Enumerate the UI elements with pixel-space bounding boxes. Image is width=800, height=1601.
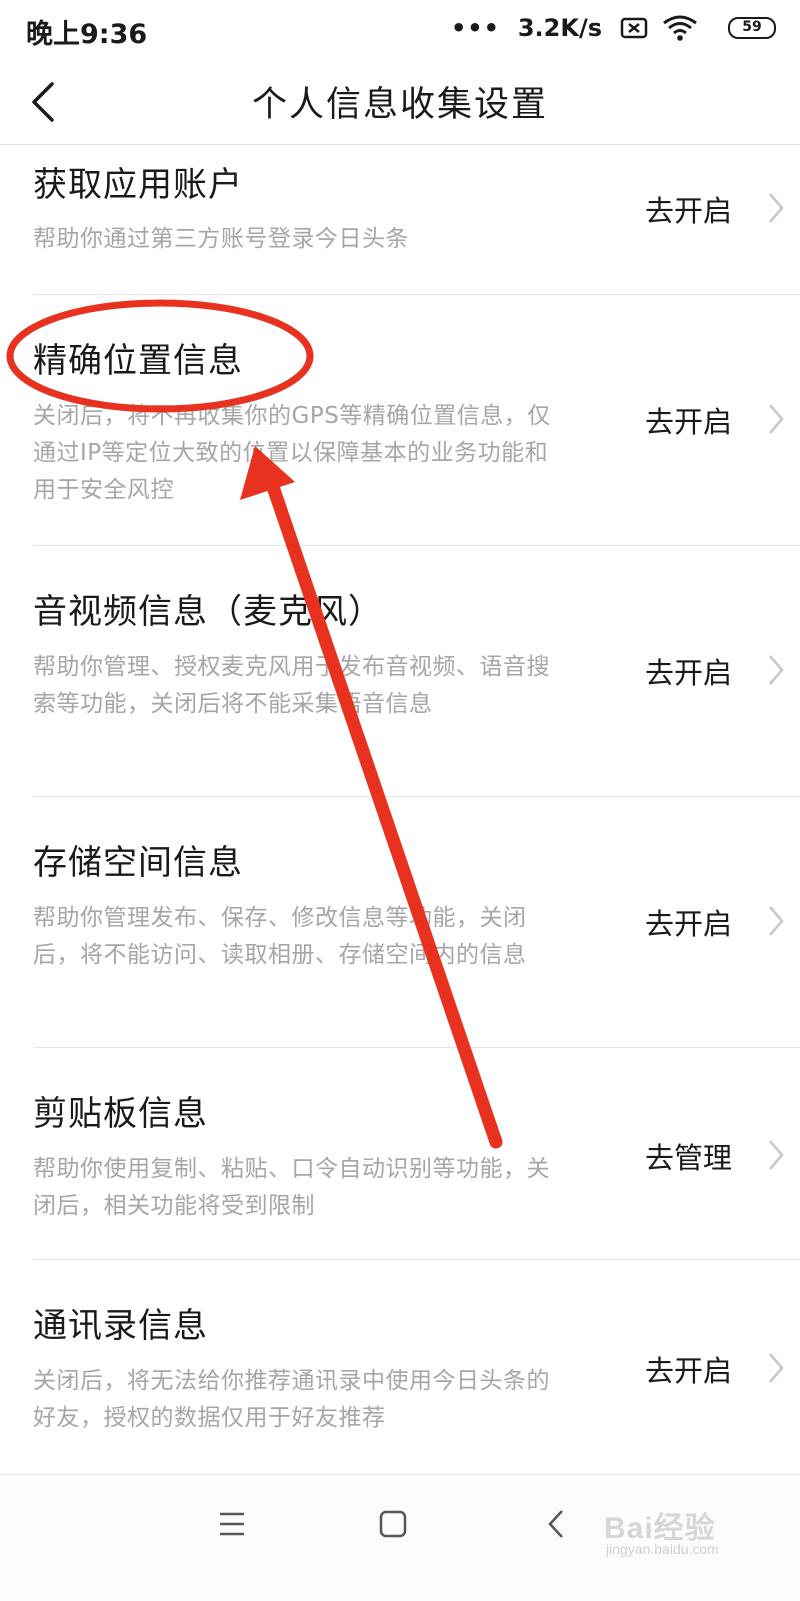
setting-item-precise-location[interactable]: 精确位置信息 关闭后，将不再收集你的GPS等精确位置信息，仅通过IP等定位大致的… <box>33 295 800 546</box>
chevron-right-icon <box>769 193 784 223</box>
status-indicators: ••• 3.2K/s 59 <box>376 14 776 44</box>
item-title: 剪贴板信息 <box>33 1094 208 1134</box>
chevron-right-icon <box>769 404 784 434</box>
setting-item-app-account[interactable]: 获取应用账户 帮助你通过第三方账号登录今日头条 去开启 <box>33 145 800 295</box>
item-description: 关闭后，将不再收集你的GPS等精确位置信息，仅通过IP等定位大致的位置以保障基本… <box>33 403 551 503</box>
item-title: 存储空间信息 <box>33 843 243 883</box>
settings-list: 获取应用账户 帮助你通过第三方账号登录今日头条 去开启 精确位置信息 关闭后，将… <box>0 145 800 1474</box>
back-icon[interactable] <box>545 1507 567 1545</box>
item-title: 获取应用账户 <box>33 165 243 205</box>
enable-button[interactable]: 去开启 <box>645 901 732 943</box>
item-description: 关闭后，将无法给你推荐通讯录中使用今日头条的好友，授权的数据仅用于好友推荐 <box>33 1368 550 1431</box>
setting-item-clipboard[interactable]: 剪贴板信息 帮助你使用复制、粘贴、口令自动识别等功能，关闭后，相关功能将受到限制… <box>33 1048 800 1260</box>
manage-button[interactable]: 去管理 <box>645 1135 732 1177</box>
item-description: 帮助你使用复制、粘贴、口令自动识别等功能，关闭后，相关功能将受到限制 <box>33 1156 550 1219</box>
page-title: 个人信息收集设置 <box>251 85 548 125</box>
chevron-right-icon <box>769 1353 784 1383</box>
setting-item-microphone[interactable]: 音视频信息（麦克风） 帮助你管理、授权麦克风用于发布音视频、语音搜索等功能，关闭… <box>33 546 800 797</box>
item-title: 音视频信息（麦克风） <box>33 592 383 632</box>
status-bar: 晚上9:36 ••• 3.2K/s 59 <box>0 0 800 60</box>
item-description: 帮助你管理、授权麦克风用于发布音视频、语音搜索等功能，关闭后将不能采集语音信息 <box>33 654 550 717</box>
item-title: 通讯录信息 <box>33 1306 208 1346</box>
enable-button[interactable]: 去开启 <box>645 188 732 230</box>
chevron-right-icon <box>769 906 784 936</box>
status-dots: ••• <box>450 14 500 42</box>
item-description: 帮助你管理发布、保存、修改信息等功能，关闭后，将不能访问、读取相册、存储空间内的… <box>33 905 527 968</box>
network-speed: 3.2K/s <box>517 14 602 42</box>
battery-icon: 59 <box>728 17 776 39</box>
sim-off-icon <box>620 16 648 44</box>
enable-button[interactable]: 去开启 <box>645 650 732 692</box>
menu-icon[interactable] <box>218 1511 246 1541</box>
chevron-right-icon <box>769 1140 784 1170</box>
home-icon[interactable] <box>378 1509 408 1543</box>
enable-button[interactable]: 去开启 <box>645 1348 732 1390</box>
setting-item-storage[interactable]: 存储空间信息 帮助你管理发布、保存、修改信息等功能，关闭后，将不能访问、读取相册… <box>33 797 800 1048</box>
watermark-url: jingyan.baidu.com <box>606 1541 719 1557</box>
item-title: 精确位置信息 <box>33 341 243 381</box>
wifi-icon <box>662 14 698 46</box>
item-description: 帮助你通过第三方账号登录今日头条 <box>33 226 409 252</box>
system-nav-bar: Bai经验 jingyan.baidu.com <box>0 1474 800 1601</box>
chevron-right-icon <box>769 655 784 685</box>
status-time: 晚上9:36 <box>26 19 148 50</box>
enable-button[interactable]: 去开启 <box>645 399 732 441</box>
setting-item-contacts[interactable]: 通讯录信息 关闭后，将无法给你推荐通讯录中使用今日头条的好友，授权的数据仅用于好… <box>33 1260 800 1474</box>
app-header: 个人信息收集设置 <box>0 60 800 145</box>
